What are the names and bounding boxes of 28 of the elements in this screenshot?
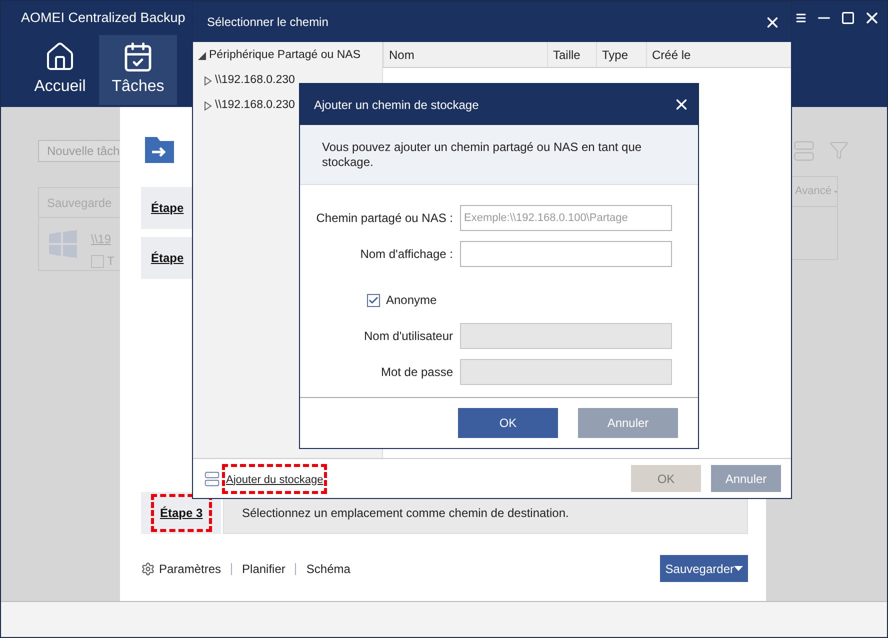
- info-text: Vous pouvez ajouter un chemin partagé ou NAS en tant que stockage.: [322, 140, 643, 170]
- field-label: Nom d'utilisateur: [363, 328, 454, 345]
- field-label: Mot de passe: [380, 364, 454, 381]
- column-header[interactable]: Nom: [389, 46, 414, 64]
- add-storage-link[interactable]: Ajouter du stockage: [226, 474, 324, 486]
- footer-link[interactable]: Planifier: [242, 560, 286, 578]
- tree-item[interactable]: \\192.168.0.230: [215, 96, 295, 114]
- step-link[interactable]: Étape: [151, 249, 184, 267]
- footer-link[interactable]: Paramètres: [159, 560, 222, 578]
- dialog-title: Sélectionner le chemin: [207, 14, 328, 31]
- column-header[interactable]: Taille: [553, 46, 580, 64]
- nav-tab[interactable]: Tâches: [99, 35, 177, 105]
- step-description: Sélectionnez un emplacement comme chemin de destination.: [242, 505, 569, 522]
- step-link[interactable]: Étape: [151, 199, 184, 217]
- save-button[interactable]: Sauvegarder: [660, 555, 748, 582]
- tree-item[interactable]: \\192.168.0.230: [215, 72, 295, 90]
- app-title: AOMEI Centralized Backup: [21, 8, 186, 27]
- ok-button[interactable]: OK: [458, 408, 558, 438]
- step-link[interactable]: Étape 3: [160, 506, 203, 520]
- tree-item[interactable]: Périphérique Partagé ou NAS: [209, 46, 361, 64]
- dialog-title: Ajouter un chemin de stockage: [314, 96, 479, 114]
- checkbox-label: Anonyme: [386, 292, 437, 309]
- column-header[interactable]: Type: [602, 46, 628, 64]
- column-header[interactable]: Créé le: [652, 46, 691, 64]
- field-label: Nom d'affichage :: [359, 246, 454, 263]
- footer-link[interactable]: Schéma: [306, 560, 350, 578]
- field-label: Chemin partagé ou NAS :: [315, 210, 454, 227]
- nav-tab[interactable]: Accueil: [21, 35, 99, 105]
